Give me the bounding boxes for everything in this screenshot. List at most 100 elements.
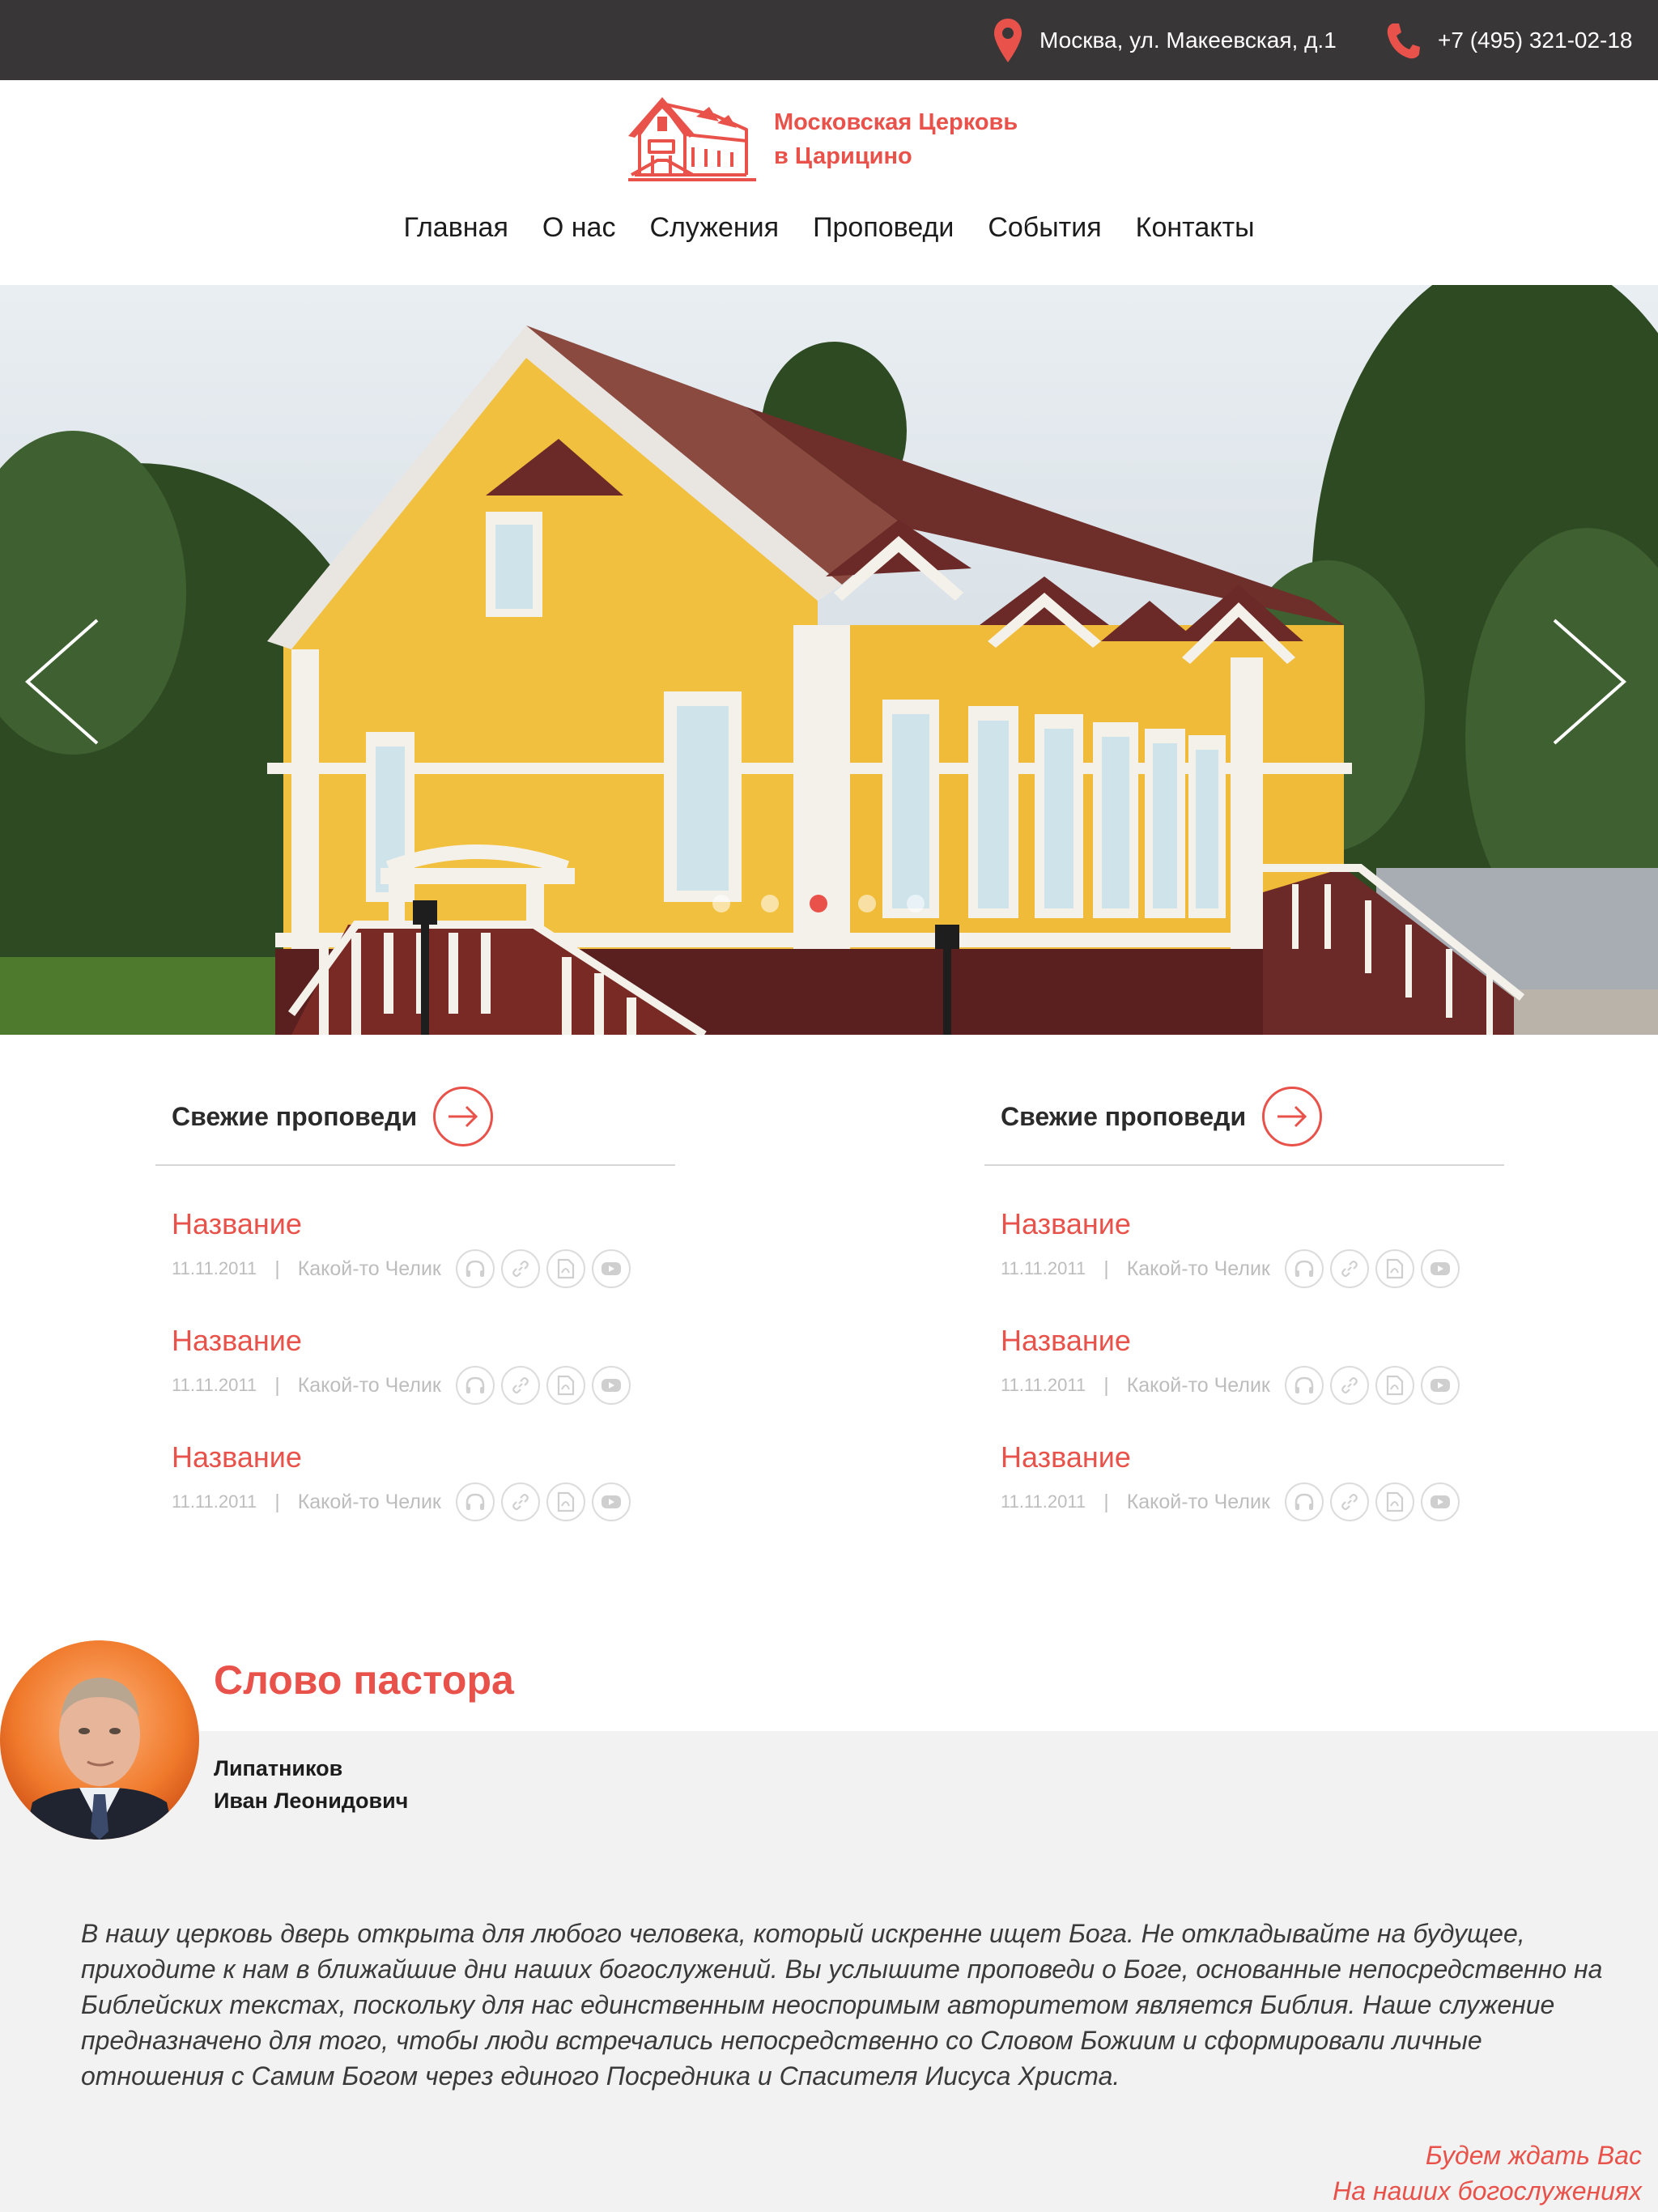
youtube-icon[interactable]	[1420, 1482, 1460, 1521]
arrow-right-icon	[449, 1105, 478, 1128]
link-icon[interactable]	[500, 1366, 540, 1405]
sermon-date: 11.11.2011	[1001, 1491, 1086, 1512]
logo-line-1: Московская Церковь	[774, 109, 1018, 135]
sermon-meta: 11.11.2011 | Какой-то Челик	[172, 1244, 675, 1294]
pastor-first-names: Иван Леонидович	[214, 1789, 409, 1813]
sermon-date: 11.11.2011	[172, 1375, 257, 1395]
pdf-icon[interactable]	[1375, 1482, 1414, 1521]
sermon-author: Какой-то Челик	[1126, 1490, 1270, 1513]
logo-line-2: в Царицино	[774, 143, 912, 169]
youtube-icon[interactable]	[591, 1366, 631, 1405]
sermons-header: Свежие проповеди	[984, 1069, 1504, 1166]
youtube-icon[interactable]	[1420, 1366, 1460, 1405]
sermon-author: Какой-то Челик	[297, 1257, 441, 1280]
meta-separator: |	[274, 1490, 280, 1513]
nav-about[interactable]: О нас	[542, 212, 616, 244]
sermon-date: 11.11.2011	[172, 1491, 257, 1512]
youtube-icon[interactable]	[591, 1249, 631, 1288]
pdf-icon[interactable]	[546, 1249, 585, 1288]
headphones-icon[interactable]	[1284, 1482, 1324, 1521]
nav-events[interactable]: События	[988, 212, 1101, 244]
pdf-icon[interactable]	[546, 1366, 585, 1405]
pdf-icon[interactable]	[546, 1482, 585, 1521]
phone-text: +7 (495) 321-02-18	[1438, 27, 1633, 53]
youtube-icon[interactable]	[591, 1482, 631, 1521]
headphones-icon[interactable]	[455, 1249, 495, 1288]
pastor-signoff: Будем ждать Вас На наших богослужениях	[1333, 2138, 1642, 2209]
link-icon[interactable]	[1329, 1366, 1369, 1405]
slider-dot-3[interactable]	[810, 895, 827, 912]
sermon-date: 11.11.2011	[1001, 1375, 1086, 1395]
meta-separator: |	[274, 1257, 280, 1280]
pdf-icon[interactable]	[1375, 1366, 1414, 1405]
sermons-header: Свежие проповеди	[155, 1069, 675, 1166]
meta-separator: |	[1103, 1373, 1109, 1397]
sermon-author: Какой-то Челик	[297, 1490, 441, 1513]
sermon-meta: 11.11.2011 | Какой-то Челик	[1001, 1360, 1504, 1410]
church-building-photo	[0, 285, 1658, 1035]
signoff-line-2: На наших богослужениях	[1333, 2176, 1642, 2206]
slider-dot-2[interactable]	[761, 895, 779, 912]
sermon-title[interactable]: Название	[172, 1438, 675, 1477]
slider-dots	[712, 895, 925, 912]
sermon-title[interactable]: Название	[172, 1321, 675, 1360]
sermon-title[interactable]: Название	[1001, 1438, 1504, 1477]
sermons-more-button[interactable]	[1262, 1087, 1323, 1146]
sermon-title[interactable]: Название	[1001, 1205, 1504, 1244]
nav-sermons[interactable]: Проповеди	[813, 212, 954, 244]
map-pin-icon	[994, 18, 1022, 62]
headphones-icon[interactable]	[1284, 1366, 1324, 1405]
church-building-logo-icon	[628, 97, 756, 181]
sermon-title[interactable]: Название	[1001, 1321, 1504, 1360]
sermons-heading: Свежие проповеди	[1001, 1101, 1247, 1131]
logo-text: Московская Церковь в Царицино	[774, 105, 1018, 173]
pastor-avatar	[0, 1640, 199, 1840]
slider-next-arrow-icon[interactable]	[1551, 617, 1629, 747]
headphones-icon[interactable]	[1284, 1249, 1324, 1288]
youtube-icon[interactable]	[1420, 1249, 1460, 1288]
headphones-icon[interactable]	[455, 1366, 495, 1405]
sermon-author: Какой-то Челик	[297, 1373, 441, 1397]
sermons-heading: Свежие проповеди	[172, 1101, 418, 1131]
slider-dot-5[interactable]	[907, 895, 925, 912]
sermon-item: Название 11.11.2011 | Какой-то Челик	[984, 1205, 1504, 1294]
sermon-item: Название 11.11.2011 | Какой-то Челик	[155, 1321, 675, 1410]
pdf-icon[interactable]	[1375, 1249, 1414, 1288]
sermon-item: Название 11.11.2011 | Какой-то Челик	[155, 1205, 675, 1294]
pastor-surname: Липатников	[214, 1756, 343, 1780]
hero-slider	[0, 285, 1658, 1035]
sermon-meta: 11.11.2011 | Какой-то Челик	[1001, 1477, 1504, 1527]
headphones-icon[interactable]	[455, 1482, 495, 1521]
pastor-name: Липатников Иван Леонидович	[214, 1752, 408, 1817]
link-icon[interactable]	[1329, 1249, 1369, 1288]
link-icon[interactable]	[1329, 1482, 1369, 1521]
sermon-item: Название 11.11.2011 | Какой-то Челик	[155, 1438, 675, 1527]
address-block[interactable]: Москва, ул. Макеевская, д.1	[994, 0, 1337, 80]
arrow-right-icon	[1278, 1105, 1307, 1128]
slider-prev-arrow-icon[interactable]	[23, 617, 100, 747]
link-icon[interactable]	[500, 1249, 540, 1288]
sermons-more-button[interactable]	[433, 1087, 494, 1146]
nav-contacts[interactable]: Контакты	[1136, 212, 1255, 244]
pastor-heading: Слово пастора	[214, 1657, 514, 1703]
meta-separator: |	[274, 1373, 280, 1397]
site-logo[interactable]: Московская Церковь в Царицино	[625, 94, 1018, 185]
sermon-meta: 11.11.2011 | Какой-то Челик	[1001, 1244, 1504, 1294]
nav-ministries[interactable]: Служения	[649, 212, 779, 244]
signoff-line-1: Будем ждать Вас	[1425, 2141, 1642, 2170]
pastor-quote: В нашу церковь дверь открыта для любого …	[81, 1919, 1603, 2091]
slider-dot-1[interactable]	[712, 895, 730, 912]
top-bar: Москва, ул. Макеевская, д.1 +7 (495) 321…	[0, 0, 1658, 80]
sermon-title[interactable]: Название	[172, 1205, 675, 1244]
link-icon[interactable]	[500, 1482, 540, 1521]
sermon-date: 11.11.2011	[172, 1258, 257, 1278]
sermon-author: Какой-то Челик	[1126, 1257, 1270, 1280]
phone-block[interactable]: +7 (495) 321-02-18	[1386, 0, 1633, 80]
sermon-date: 11.11.2011	[1001, 1258, 1086, 1278]
sermon-item: Название 11.11.2011 | Какой-то Челик	[984, 1438, 1504, 1527]
nav-home[interactable]: Главная	[403, 212, 508, 244]
address-text: Москва, ул. Макеевская, д.1	[1039, 27, 1337, 53]
sermon-meta: 11.11.2011 | Какой-то Челик	[172, 1360, 675, 1410]
phone-icon	[1386, 22, 1420, 59]
slider-dot-4[interactable]	[858, 895, 876, 912]
